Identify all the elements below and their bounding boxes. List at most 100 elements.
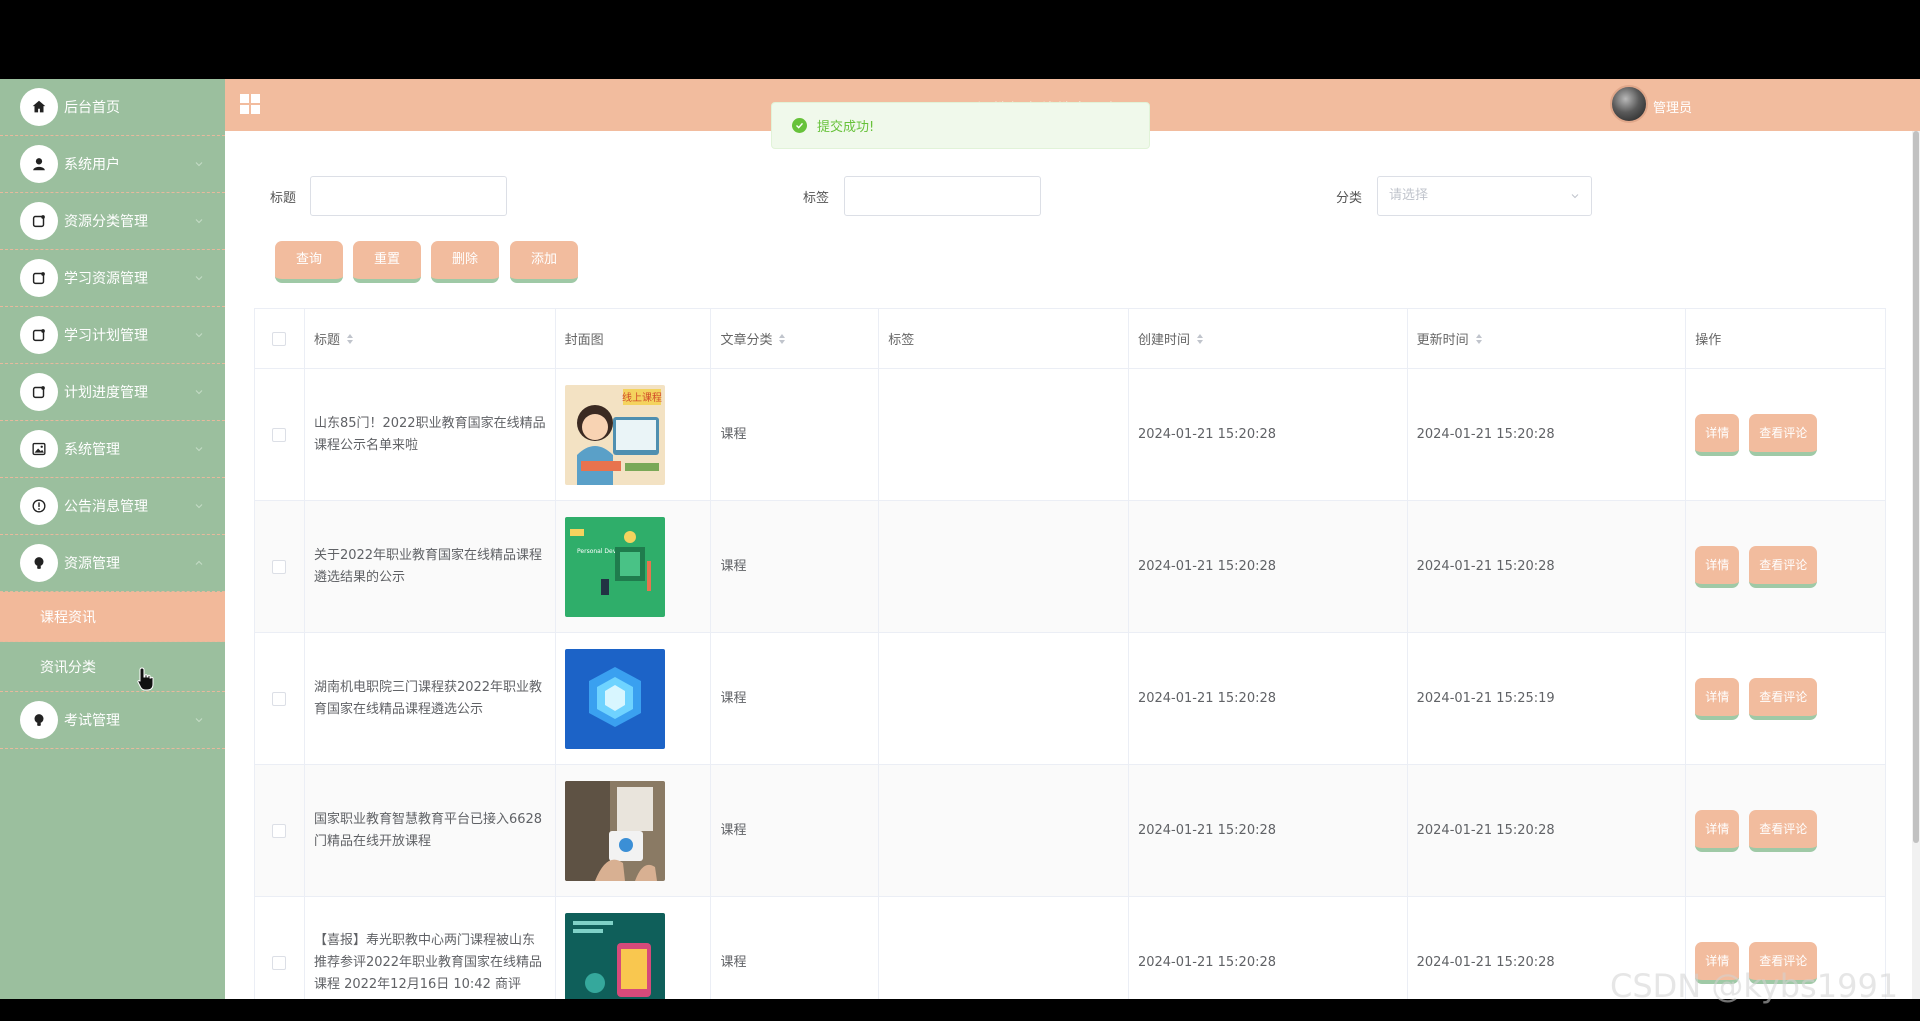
avatar[interactable]: [1610, 85, 1648, 123]
sidebar-item-announcements[interactable]: 公告消息管理: [0, 478, 225, 535]
tag-label: 标签: [803, 191, 830, 206]
view-comments-button[interactable]: 查看评论: [1749, 545, 1818, 588]
column-updated[interactable]: 更新时间: [1408, 309, 1687, 368]
detail-button[interactable]: 详情: [1695, 413, 1740, 456]
column-actions: 操作: [1686, 309, 1885, 368]
row-category: 课程: [711, 765, 880, 896]
column-category[interactable]: 文章分类: [711, 309, 880, 368]
sidebar-item-home[interactable]: 后台首页: [0, 79, 225, 136]
row-category: 课程: [711, 501, 880, 632]
sort-icon[interactable]: [778, 333, 786, 345]
sidebar-subitem-course-news[interactable]: 课程资讯: [0, 592, 225, 642]
row-tag: [879, 501, 1129, 632]
sidebar-subitem-news-category[interactable]: 资讯分类: [0, 642, 225, 692]
sidebar-item-label: 系统管理: [64, 442, 120, 458]
cover-image[interactable]: 线上课程: [564, 384, 665, 485]
scrollbar-thumb[interactable]: [1913, 131, 1919, 843]
row-cover-cell: [556, 633, 712, 764]
column-title[interactable]: 标题: [305, 309, 556, 368]
sidebar-item-exam-management[interactable]: 考试管理: [0, 692, 225, 749]
select-all-checkbox[interactable]: [272, 331, 286, 346]
row-tag: [879, 765, 1129, 896]
sort-icon[interactable]: [346, 333, 354, 345]
chevron-down-icon: [195, 333, 203, 338]
search-form: 标题 标签 分类 请选择: [234, 139, 1906, 219]
add-button[interactable]: 添加: [510, 241, 578, 283]
row-select-cell: [255, 765, 305, 896]
row-created: 2024-01-21 15:20:28: [1129, 765, 1408, 896]
sidebar-item-label: 学习资源管理: [64, 271, 148, 287]
category-select[interactable]: 请选择: [1377, 176, 1592, 216]
sidebar-item-label: 系统用户: [64, 157, 120, 173]
sidebar-item-plan-progress[interactable]: 计划进度管理: [0, 364, 225, 421]
view-comments-button[interactable]: 查看评论: [1749, 413, 1818, 456]
sidebar-item-resource-category[interactable]: 资源分类管理: [0, 193, 225, 250]
row-category: 课程: [711, 633, 880, 764]
watermark: CSDN @kybs1991: [1610, 967, 1899, 1005]
row-tag: [879, 633, 1129, 764]
row-cover-cell: [556, 765, 712, 896]
row-select-cell: [255, 369, 305, 500]
column-tag: 标签: [879, 309, 1129, 368]
column-cover: 封面图: [556, 309, 712, 368]
username[interactable]: 管理员: [1653, 97, 1692, 116]
column-header-label: 封面图: [564, 333, 604, 348]
page-scrollbar[interactable]: [1912, 131, 1920, 999]
reset-button[interactable]: 重置: [353, 241, 421, 283]
sidebar-item-label: 学习计划管理: [64, 328, 148, 344]
detail-button[interactable]: 详情: [1695, 545, 1740, 588]
sidebar-item-system-users[interactable]: 系统用户: [0, 136, 225, 193]
row-cover-cell: [556, 897, 712, 999]
grid-menu-icon[interactable]: [239, 93, 261, 115]
chevron-down-icon: [195, 718, 203, 723]
sort-icon[interactable]: [1475, 333, 1483, 345]
sidebar-item-label: 公告消息管理: [64, 499, 148, 515]
row-title: 山东85门！2022职业教育国家在线精品课程公示名单来啦: [305, 369, 556, 500]
cover-image[interactable]: Personal Development: [564, 516, 665, 617]
row-updated: 2024-01-21 15:20:28: [1408, 765, 1687, 896]
sidebar-item-learning-plans[interactable]: 学习计划管理: [0, 307, 225, 364]
sidebar-subitem-label: 课程资讯: [40, 609, 96, 626]
column-created[interactable]: 创建时间: [1129, 309, 1408, 368]
cover-image[interactable]: [564, 648, 665, 749]
view-comments-button[interactable]: 查看评论: [1749, 809, 1818, 852]
chevron-down-icon: [195, 504, 203, 509]
delete-button[interactable]: 删除: [431, 241, 499, 283]
view-comments-button[interactable]: 查看评论: [1749, 677, 1818, 720]
query-button[interactable]: 查询: [275, 241, 343, 283]
row-cover-cell: 线上课程: [556, 369, 712, 500]
row-updated: 2024-01-21 15:20:28: [1408, 501, 1687, 632]
title-label: 标题: [270, 191, 297, 206]
sidebar-item-resource-management[interactable]: 资源管理: [0, 535, 225, 592]
tag-input[interactable]: [844, 176, 1041, 216]
row-checkbox[interactable]: [272, 691, 286, 706]
cover-image[interactable]: [564, 780, 665, 881]
edit-icon: [20, 259, 58, 297]
row-actions: 详情 查看评论: [1686, 633, 1885, 764]
sidebar-item-label: 资源管理: [64, 556, 120, 572]
sort-icon[interactable]: [1196, 333, 1204, 345]
row-checkbox[interactable]: [272, 823, 286, 838]
row-created: 2024-01-21 15:20:28: [1129, 633, 1408, 764]
row-checkbox[interactable]: [272, 559, 286, 574]
detail-button[interactable]: 详情: [1695, 809, 1740, 852]
chevron-down-icon: [195, 219, 203, 224]
cover-image[interactable]: [564, 912, 665, 1000]
sidebar-item-learning-resources[interactable]: 学习资源管理: [0, 250, 225, 307]
info-icon: [20, 487, 58, 525]
row-created: 2024-01-21 15:20:28: [1129, 897, 1408, 999]
chevron-up-icon: [195, 560, 203, 565]
row-select-cell: [255, 501, 305, 632]
hand-cursor-icon: [137, 667, 154, 691]
edit-icon: [20, 316, 58, 354]
edit-icon: [20, 373, 58, 411]
title-input[interactable]: [310, 176, 507, 216]
row-checkbox[interactable]: [272, 955, 286, 970]
row-updated: 2024-01-21 15:25:19: [1408, 633, 1687, 764]
sidebar-item-system-management[interactable]: 系统管理: [0, 421, 225, 478]
row-checkbox[interactable]: [272, 427, 286, 442]
row-actions: 详情 查看评论: [1686, 369, 1885, 500]
detail-button[interactable]: 详情: [1695, 677, 1740, 720]
image-icon: [20, 430, 58, 468]
chevron-down-icon: [195, 276, 203, 281]
